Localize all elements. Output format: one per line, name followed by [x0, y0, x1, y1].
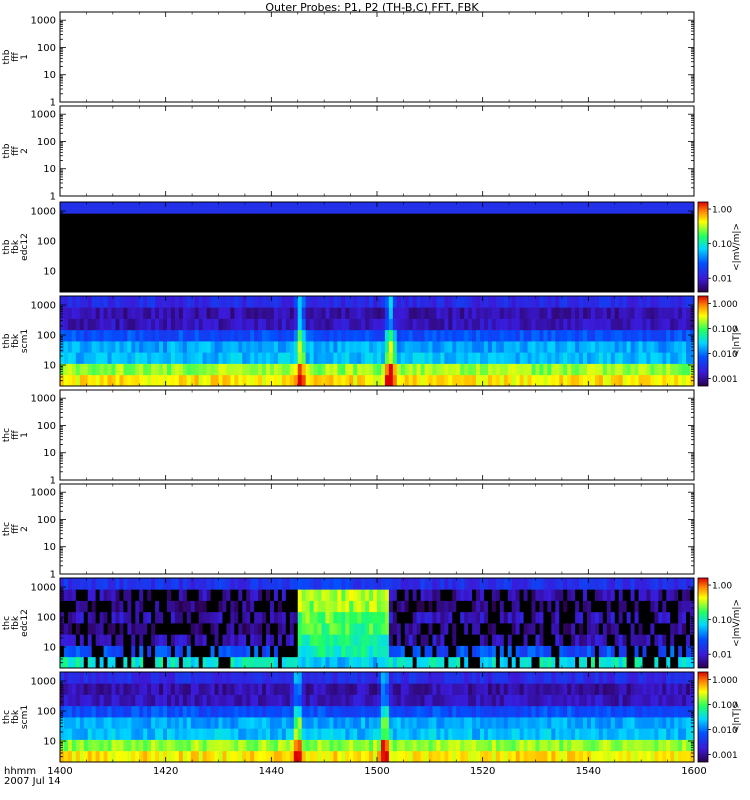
y-tick-label: 10 [43, 70, 56, 81]
panel-5: 1000 100 10 1 thcfff1 [2, 389, 695, 487]
panel-ylabel: thcfff1 [2, 428, 30, 442]
y-tick-label: 1 [50, 570, 56, 581]
spectrogram-image [60, 296, 695, 387]
y-tick-label: 1 [50, 192, 56, 203]
y-tick-label: 1000 [31, 583, 56, 594]
panel-ylabel: thbfff1 [2, 49, 30, 64]
panel-1: 1000 100 10 1 thbfff1 [2, 11, 695, 109]
y-tick-label: 100 [37, 707, 56, 718]
spectrogram-image [60, 672, 695, 763]
colorbar [697, 671, 709, 763]
panel-frame [59, 105, 695, 197]
colorbar-tick-label: 0.10 [712, 616, 732, 626]
y-tick-label: 10 [43, 542, 56, 553]
colorbar-label: <|nT|> [732, 701, 742, 733]
panel-ylabel: thbfbkscm1 [2, 329, 30, 353]
panel-3: 1000 100 10 thbfbkedc12 1.00 0.10 0.01<|mV/m|> [2, 201, 742, 293]
colorbar-tick-label: 1.00 [712, 206, 732, 216]
panel-ylabel: thbfbkedc12 [2, 233, 30, 261]
panel-frame [59, 11, 695, 103]
x-tick-label: 1440 [259, 766, 284, 777]
colorbar-tick-label: 1.00 [712, 582, 732, 592]
y-tick-label: 1000 [31, 207, 56, 218]
y-tick-label: 100 [37, 421, 56, 432]
panel-ylabel: thcfbkscm1 [2, 705, 30, 729]
y-tick-label: 1 [50, 476, 56, 487]
panel-2: 1000 100 10 1 thbfff2 [2, 105, 695, 203]
colorbar-tick-label: 1.000 [712, 300, 738, 310]
y-tick-label: 100 [37, 515, 56, 526]
spectrogram-image [60, 202, 695, 293]
colorbar-tick-label: 1.000 [712, 676, 738, 686]
panel-ylabel: thbfff2 [2, 143, 30, 158]
colorbar [697, 295, 709, 387]
panel-6: 1000 100 10 1 thcfff2 [2, 483, 695, 581]
colorbar-tick-label: 0.01 [712, 275, 732, 285]
x-tick-label: 1600 [681, 766, 706, 777]
y-tick-label: 100 [37, 43, 56, 54]
x-tick-label: 1540 [576, 766, 601, 777]
panel-4: 100010010thbfbkscm11.0000.1000.0100.001<… [2, 295, 742, 387]
colorbar-label: <|mV/m|> [732, 223, 742, 271]
panel-8: 100010010thcfbkscm11.0000.1000.0100.001<… [2, 671, 742, 763]
colorbar-tick-label: 0.001 [712, 751, 738, 761]
y-tick-label: 1000 [31, 488, 56, 499]
y-tick-label: 100 [37, 613, 56, 624]
x-tick-label: 1420 [153, 766, 178, 777]
y-tick-label: 1000 [31, 394, 56, 405]
colorbar [697, 577, 709, 669]
panel-ylabel: thcfff2 [2, 522, 30, 536]
colorbar-tick-label: 0.01 [712, 651, 732, 661]
y-tick-label: 100 [37, 237, 56, 248]
y-tick-label: 10 [43, 737, 56, 748]
colorbar [697, 201, 709, 293]
y-tick-label: 1000 [31, 301, 56, 312]
x-tick-label: 1500 [364, 766, 389, 777]
colorbar-tick-label: 0.10 [712, 240, 732, 250]
date-label: 2007 Jul 14 [4, 776, 61, 787]
spectrogram-figure: Outer Probes: P1, P2 (TH-B,C) FFT, FBK 1… [2, 1, 742, 787]
panel-7: 1000 100 10 thcfbkedc12 1.00 0.10 0.01<|mV/m|> [2, 577, 742, 669]
y-tick-label: 10 [43, 164, 56, 175]
colorbar-label: <|mV/m|> [732, 599, 742, 647]
y-tick-label: 10 [43, 643, 56, 654]
y-tick-label: 1 [50, 98, 56, 109]
panels-group: 1000100101thbfff11000100101thbfff2100010… [2, 11, 742, 763]
colorbar-tick-label: 0.001 [712, 375, 738, 385]
y-tick-label: 100 [37, 331, 56, 342]
y-tick-label: 10 [43, 361, 56, 372]
colorbar-label: <|nT|> [732, 325, 742, 357]
panel-frame [59, 389, 695, 481]
y-tick-label: 10 [43, 448, 56, 459]
y-tick-label: 1000 [31, 16, 56, 27]
y-tick-label: 100 [37, 137, 56, 148]
panel-frame [59, 483, 695, 575]
x-tick-label: 1520 [470, 766, 495, 777]
panel-ylabel: thcfbkedc12 [2, 609, 30, 637]
y-tick-label: 10 [43, 267, 56, 278]
y-tick-label: 1000 [31, 677, 56, 688]
spectrogram-image [60, 578, 695, 669]
y-tick-label: 1000 [31, 110, 56, 121]
